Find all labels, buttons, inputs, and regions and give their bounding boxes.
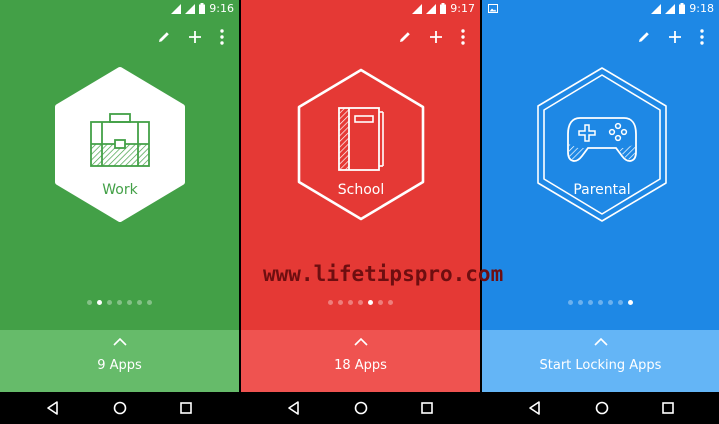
navigation-bar — [0, 392, 239, 424]
chevron-up-icon — [112, 338, 127, 346]
navigation-bar — [482, 392, 719, 424]
profile-label: Work — [102, 182, 138, 198]
signal-icon — [412, 3, 423, 14]
page-dot-active[interactable] — [368, 300, 373, 305]
page-dot[interactable] — [578, 300, 583, 305]
image-notification-icon — [488, 4, 498, 13]
battery-icon — [679, 3, 686, 14]
battery-icon — [199, 3, 206, 14]
panel-work: 9:16 Work 9 Apps — [0, 0, 239, 424]
chevron-up-icon — [593, 338, 608, 346]
apps-count-label: 9 Apps — [97, 358, 142, 373]
page-dot[interactable] — [608, 300, 613, 305]
watermark-text: www.lifetipspro.com — [263, 262, 504, 286]
signal-icon — [651, 3, 662, 14]
page-indicator — [0, 300, 239, 305]
more-options-button[interactable] — [691, 26, 713, 48]
edit-button[interactable] — [394, 26, 416, 48]
status-time: 9:16 — [209, 2, 234, 15]
more-vert-icon — [461, 29, 465, 45]
page-dot[interactable] — [87, 300, 92, 305]
toolbar — [390, 22, 480, 50]
recents-icon[interactable] — [660, 400, 676, 416]
page-dot[interactable] — [147, 300, 152, 305]
start-locking-button[interactable]: Start Locking Apps — [482, 330, 719, 392]
add-button[interactable] — [425, 26, 447, 48]
page-dot[interactable] — [348, 300, 353, 305]
page-indicator — [241, 300, 480, 305]
page-dot[interactable] — [588, 300, 593, 305]
recents-icon[interactable] — [419, 400, 435, 416]
add-button[interactable] — [664, 26, 686, 48]
page-dot[interactable] — [338, 300, 343, 305]
start-locking-label: Start Locking Apps — [539, 358, 662, 373]
add-button[interactable] — [184, 26, 206, 48]
page-dot[interactable] — [388, 300, 393, 305]
page-dot[interactable] — [127, 300, 132, 305]
pencil-icon — [400, 32, 410, 42]
page-dot[interactable] — [107, 300, 112, 305]
status-time: 9:18 — [689, 2, 714, 15]
more-options-button[interactable] — [211, 26, 233, 48]
more-vert-icon — [700, 29, 704, 45]
apps-drawer-button[interactable]: 9 Apps — [0, 330, 239, 392]
page-dot[interactable] — [568, 300, 573, 305]
page-dot[interactable] — [378, 300, 383, 305]
page-dot-active[interactable] — [628, 300, 633, 305]
more-options-button[interactable] — [452, 26, 474, 48]
page-dot[interactable] — [117, 300, 122, 305]
plus-icon — [669, 31, 681, 43]
more-vert-icon — [220, 29, 224, 45]
toolbar — [629, 22, 719, 50]
page-indicator — [482, 300, 719, 305]
profile-label: Parental — [573, 182, 631, 198]
edit-button[interactable] — [633, 26, 655, 48]
status-time: 9:17 — [450, 2, 475, 15]
profile-hexagon-school[interactable]: School — [291, 60, 431, 230]
page-dot[interactable] — [137, 300, 142, 305]
edit-button[interactable] — [153, 26, 175, 48]
apps-count-label: 18 Apps — [334, 358, 387, 373]
home-icon[interactable] — [353, 400, 369, 416]
page-dot[interactable] — [598, 300, 603, 305]
profile-hexagon-parental[interactable]: Parental — [532, 60, 672, 230]
plus-icon — [430, 31, 442, 43]
chevron-up-icon — [353, 338, 368, 346]
status-bar: 9:18 — [482, 0, 719, 18]
briefcase-icon — [90, 113, 150, 167]
back-icon[interactable] — [45, 400, 61, 416]
pencil-icon — [159, 32, 169, 42]
apps-drawer-button[interactable]: 18 Apps — [241, 330, 480, 392]
status-bar: 9:16 — [0, 0, 239, 18]
page-dot[interactable] — [358, 300, 363, 305]
signal-icon — [171, 3, 182, 14]
recents-icon[interactable] — [178, 400, 194, 416]
home-icon[interactable] — [594, 400, 610, 416]
profile-hexagon-work[interactable]: Work — [50, 60, 190, 230]
panel-school: 9:17 School 18 Apps — [241, 0, 480, 424]
signal-icon — [185, 3, 196, 14]
battery-icon — [440, 3, 447, 14]
signal-icon — [665, 3, 676, 14]
page-dot-active[interactable] — [97, 300, 102, 305]
status-bar: 9:17 — [241, 0, 480, 18]
notebook-icon — [338, 107, 384, 171]
profile-label: School — [337, 182, 385, 198]
signal-icon — [426, 3, 437, 14]
gamepad-icon — [567, 117, 637, 162]
panel-parental: 9:18 Parental Start Locking Apps — [482, 0, 719, 424]
back-icon[interactable] — [527, 400, 543, 416]
page-dot[interactable] — [618, 300, 623, 305]
home-icon[interactable] — [112, 400, 128, 416]
toolbar — [149, 22, 239, 50]
navigation-bar — [241, 392, 480, 424]
back-icon[interactable] — [286, 400, 302, 416]
pencil-icon — [639, 32, 649, 42]
page-dot[interactable] — [328, 300, 333, 305]
plus-icon — [189, 31, 201, 43]
